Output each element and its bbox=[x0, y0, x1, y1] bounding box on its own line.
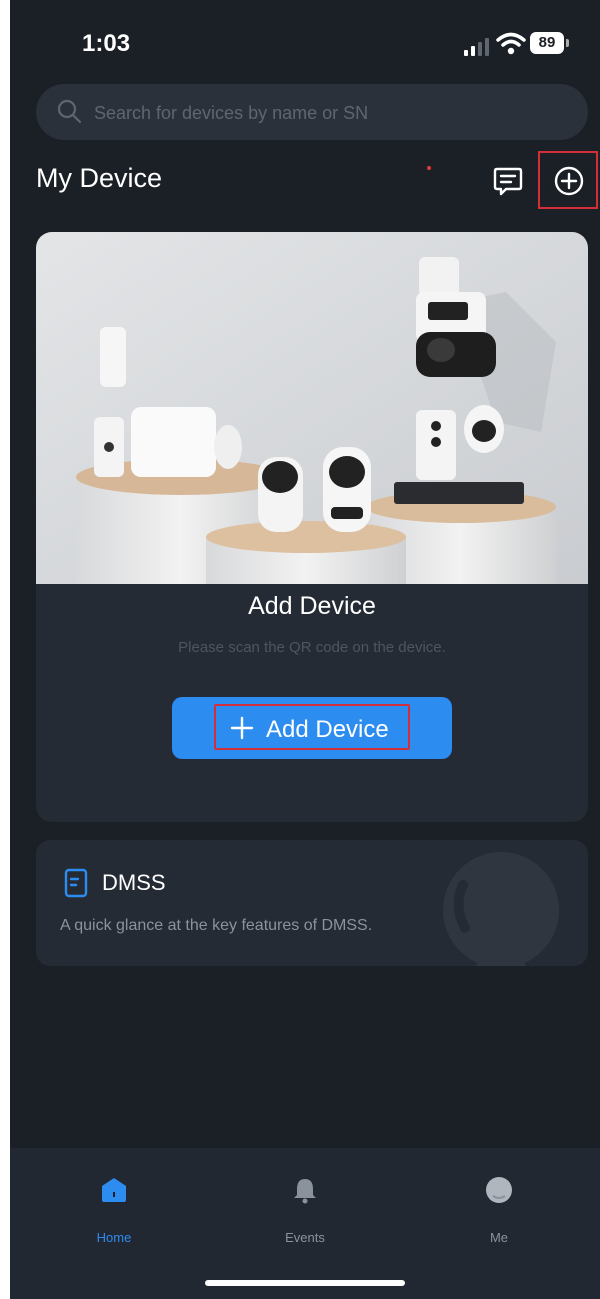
tab-me[interactable]: Me bbox=[429, 1148, 569, 1268]
card-subtitle: Please scan the QR code on the device. bbox=[178, 639, 446, 656]
dmss-card[interactable]: DMSS A quick glance at the key features … bbox=[36, 840, 588, 966]
button-highlight: Add Device bbox=[214, 704, 410, 750]
add-device-button-label: Add Device bbox=[266, 716, 389, 743]
tab-home-label: Home bbox=[96, 1230, 132, 1245]
dmss-description: A quick glance at the key features of DM… bbox=[60, 917, 373, 934]
bell-icon bbox=[294, 1179, 316, 1204]
plus-icon bbox=[230, 716, 254, 740]
search-input[interactable] bbox=[92, 84, 566, 142]
card-title: Add Device bbox=[248, 592, 376, 620]
document-icon bbox=[64, 868, 88, 898]
add-device-button[interactable]: Add Device bbox=[172, 697, 452, 759]
home-indicator[interactable] bbox=[205, 1280, 405, 1286]
message-icon[interactable] bbox=[490, 163, 526, 199]
status-time: 1:03 bbox=[82, 30, 131, 57]
page-title: My Device bbox=[36, 163, 163, 193]
add-device-card: Add Device Please scan the QR code on th… bbox=[36, 232, 588, 822]
notification-dot bbox=[427, 166, 431, 170]
tab-bar: Home Events Me bbox=[10, 1148, 600, 1299]
app-screen: 1:03 89 My Device bbox=[10, 0, 600, 1299]
status-bar: 1:03 89 bbox=[10, 0, 600, 80]
tab-events[interactable]: Events bbox=[235, 1148, 375, 1268]
add-device-top-button[interactable] bbox=[538, 151, 598, 209]
tab-home[interactable]: Home bbox=[44, 1148, 184, 1268]
battery-tip bbox=[566, 39, 569, 47]
home-icon bbox=[102, 1178, 126, 1202]
tab-events-label: Events bbox=[285, 1230, 325, 1245]
user-icon bbox=[486, 1177, 512, 1203]
dmss-title: DMSS bbox=[102, 870, 166, 895]
lightbulb-icon bbox=[443, 852, 559, 966]
add-circle-icon bbox=[554, 166, 584, 196]
battery-indicator: 89 bbox=[530, 32, 564, 54]
search-bar[interactable] bbox=[36, 84, 588, 142]
devices-illustration bbox=[36, 232, 588, 584]
wifi-icon bbox=[496, 32, 526, 55]
tab-me-label: Me bbox=[489, 1230, 509, 1245]
search-icon bbox=[57, 99, 82, 124]
signal-icon bbox=[464, 38, 489, 56]
